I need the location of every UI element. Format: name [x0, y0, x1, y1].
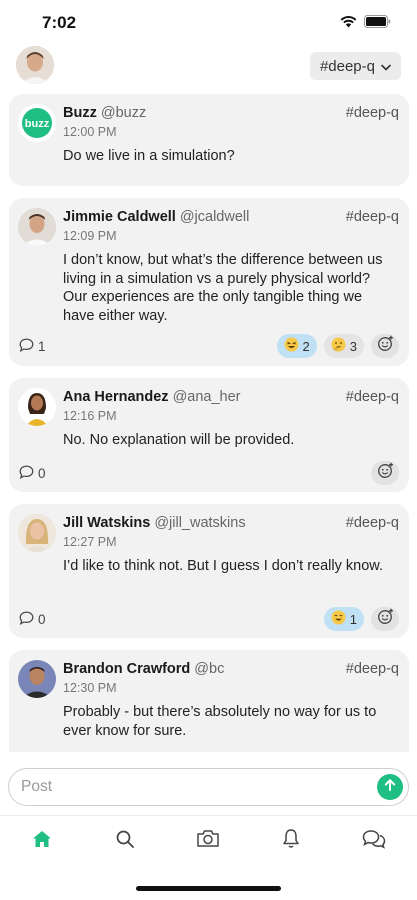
author-name[interactable]: Ana Hernandez	[63, 389, 169, 405]
post-card[interactable]: Brandon Crawford @bc #deep-q 12:30 PM Pro…	[9, 650, 409, 752]
author-handle[interactable]: @ana_her	[173, 389, 241, 405]
reaction-count: 3	[349, 338, 357, 354]
post-feed[interactable]: buzz Buzz @buzz #deep-q 12:00 PM Do we li…	[0, 92, 417, 752]
tab-search[interactable]	[112, 828, 138, 854]
arrow-up-icon	[383, 778, 397, 797]
post-body: I don’t know, but what’s the difference …	[63, 252, 383, 324]
reaction-thinking[interactable]: 3	[323, 334, 364, 358]
reaction-count: 1	[349, 611, 357, 627]
author-name[interactable]: Buzz	[63, 105, 97, 121]
comment-count: 1	[38, 339, 46, 354]
channel-tag[interactable]: #deep-q	[346, 209, 399, 225]
tab-bar	[0, 815, 417, 865]
author-line: Jill Watskins @jill_watskins	[63, 515, 246, 531]
author-avatar[interactable]	[18, 388, 56, 426]
post-body: Probably - but there’s absolutely no way…	[63, 704, 377, 739]
post-time: 12:27 PM	[63, 535, 117, 549]
comment-count: 0	[38, 612, 46, 627]
channel-tag[interactable]: #deep-q	[346, 515, 399, 531]
author-handle[interactable]: @buzz	[101, 105, 146, 121]
comment-button[interactable]: 0	[19, 465, 46, 482]
thinking-face-icon	[331, 337, 346, 355]
status-time: 7:02	[42, 13, 77, 32]
tab-home[interactable]	[29, 828, 55, 854]
post-time: 12:00 PM	[63, 125, 117, 139]
tab-messages[interactable]	[361, 828, 387, 854]
reaction-bar	[371, 461, 399, 485]
comment-button[interactable]: 1	[19, 338, 46, 355]
comment-icon	[19, 338, 34, 355]
author-avatar[interactable]	[18, 208, 56, 246]
wifi-icon	[340, 15, 357, 33]
author-handle[interactable]: @jcaldwell	[180, 209, 250, 225]
channel-select[interactable]: #deep-q	[309, 52, 401, 80]
post-body: I’d like to think not. But I guess I don…	[63, 558, 383, 574]
channel-tag[interactable]: #deep-q	[346, 105, 399, 121]
home-icon	[32, 830, 52, 853]
author-line: Jimmie Caldwell @jcaldwell	[63, 209, 249, 225]
tab-camera[interactable]	[195, 828, 221, 854]
post-card[interactable]: buzz Buzz @buzz #deep-q 12:00 PM Do we li…	[9, 94, 409, 186]
reaction-count: 2	[302, 338, 310, 354]
post-time: 12:09 PM	[63, 229, 117, 243]
chat-icon	[362, 829, 386, 854]
header: #deep-q	[0, 44, 417, 86]
camera-icon	[196, 829, 220, 853]
author-handle[interactable]: @jill_watskins	[154, 515, 245, 531]
channel-tag[interactable]: #deep-q	[346, 661, 399, 677]
post-input[interactable]	[21, 777, 361, 797]
search-icon	[115, 829, 135, 854]
status-bar: 7:02	[0, 0, 417, 44]
send-button[interactable]	[377, 774, 403, 800]
author-line: Ana Hernandez @ana_her	[63, 389, 241, 405]
buzz-avatar[interactable]: buzz	[18, 104, 56, 142]
comment-button[interactable]: 0	[19, 611, 46, 628]
author-line: Buzz @buzz	[63, 105, 146, 121]
author-name[interactable]: Brandon Crawford	[63, 661, 190, 677]
channel-tag[interactable]: #deep-q	[346, 389, 399, 405]
post-time: 12:30 PM	[63, 681, 117, 695]
post-body: Do we live in a simulation?	[63, 148, 235, 164]
author-avatar[interactable]	[18, 660, 56, 698]
post-card[interactable]: Ana Hernandez @ana_her #deep-q 12:16 PM N…	[9, 378, 409, 492]
add-reaction-button[interactable]	[371, 607, 399, 631]
add-emoji-icon	[377, 462, 394, 484]
post-composer	[8, 768, 409, 806]
reaction-laughing[interactable]: 2	[276, 334, 317, 358]
author-handle[interactable]: @bc	[194, 661, 224, 677]
home-indicator	[136, 886, 281, 891]
post-card[interactable]: Jimmie Caldwell @jcaldwell #deep-q 12:09 …	[9, 198, 409, 366]
tab-notifications[interactable]	[278, 828, 304, 854]
comment-icon	[19, 611, 34, 628]
channel-select-label: #deep-q	[319, 57, 375, 75]
add-reaction-button[interactable]	[371, 461, 399, 485]
grinning-face-icon	[331, 610, 346, 628]
author-name[interactable]: Jimmie Caldwell	[63, 209, 176, 225]
chevron-down-icon	[381, 58, 391, 75]
reaction-grinning[interactable]: 1	[323, 607, 364, 631]
comment-count: 0	[38, 466, 46, 481]
author-avatar[interactable]	[18, 514, 56, 552]
reaction-bar: 2 3	[276, 334, 399, 358]
add-reaction-button[interactable]	[371, 334, 399, 358]
add-emoji-icon	[377, 608, 394, 630]
reaction-bar: 1	[323, 607, 399, 631]
battery-icon	[364, 15, 391, 33]
post-time: 12:16 PM	[63, 409, 117, 423]
post-body: No. No explanation will be provided.	[63, 432, 295, 448]
author-line: Brandon Crawford @bc	[63, 661, 224, 677]
profile-avatar[interactable]	[16, 46, 54, 84]
comment-icon	[19, 465, 34, 482]
laughing-face-icon	[284, 337, 299, 355]
status-icons	[340, 15, 391, 33]
author-name[interactable]: Jill Watskins	[63, 515, 150, 531]
post-card[interactable]: Jill Watskins @jill_watskins #deep-q 12:2…	[9, 504, 409, 638]
add-emoji-icon	[377, 335, 394, 357]
buzz-logo-text: buzz	[25, 118, 50, 130]
bell-icon	[282, 828, 300, 854]
